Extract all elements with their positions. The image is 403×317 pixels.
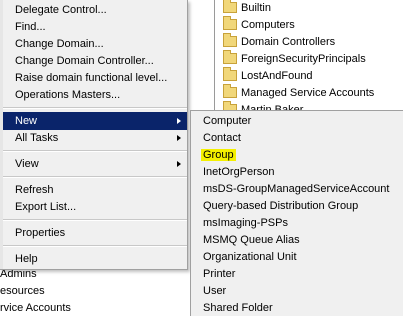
menu-separator <box>3 107 187 109</box>
folder-icon <box>223 16 237 30</box>
chevron-right-icon <box>177 135 181 141</box>
list-item[interactable]: Managed Service Accounts <box>223 84 374 101</box>
menu-item-change-domain[interactable]: Change Domain... <box>3 35 187 53</box>
menu-separator <box>3 245 187 247</box>
submenu-item-group[interactable]: Group <box>193 147 236 164</box>
list-item[interactable]: LostAndFound <box>223 67 313 84</box>
submenu-item-computer[interactable]: Computer <box>193 113 251 130</box>
context-menu: Delegate Control... Find... Change Domai… <box>0 0 188 270</box>
menu-item-view[interactable]: View <box>3 155 187 173</box>
menu-item-export-list[interactable]: Export List... <box>3 198 187 216</box>
submenu-item-user[interactable]: User <box>193 283 226 300</box>
list-item[interactable]: Domain Controllers <box>223 33 335 50</box>
menu-item-help[interactable]: Help <box>3 250 187 268</box>
menu-separator <box>3 176 187 178</box>
submenu-item-shared-folder[interactable]: Shared Folder <box>193 300 273 317</box>
menu-item-delegate-control[interactable]: Delegate Control... <box>3 1 187 19</box>
folder-icon <box>223 0 237 13</box>
menu-item-find[interactable]: Find... <box>3 18 187 36</box>
menu-separator <box>3 219 187 221</box>
submenu-item-msimaging-psps[interactable]: msImaging-PSPs <box>193 215 288 232</box>
folder-icon <box>223 84 237 98</box>
submenu-item-inetorgperson[interactable]: InetOrgPerson <box>193 164 275 181</box>
menu-item-new[interactable]: New <box>3 112 187 130</box>
menu-item-change-domain-controller[interactable]: Change Domain Controller... <box>3 52 187 70</box>
folder-icon <box>223 33 237 47</box>
new-submenu: Computer Contact Group InetOrgPerson msD… <box>190 110 403 316</box>
menu-item-raise-domain-level[interactable]: Raise domain functional level... <box>3 69 187 87</box>
folder-list: Builtin Computers Domain Controllers For… <box>214 0 403 120</box>
chevron-right-icon <box>177 118 181 124</box>
submenu-item-organizational-unit[interactable]: Organizational Unit <box>193 249 297 266</box>
list-item[interactable]: ForeignSecurityPrincipals <box>223 50 366 67</box>
tree-row[interactable]: rvice Accounts <box>0 300 71 316</box>
submenu-item-gmsa[interactable]: msDS-GroupManagedServiceAccount <box>193 181 389 198</box>
folder-icon <box>223 67 237 81</box>
highlighted-label: Group <box>201 149 236 161</box>
menu-item-properties[interactable]: Properties <box>3 224 187 242</box>
menu-item-all-tasks[interactable]: All Tasks <box>3 129 187 147</box>
submenu-item-msmq-queue-alias[interactable]: MSMQ Queue Alias <box>193 232 300 249</box>
chevron-right-icon <box>177 161 181 167</box>
submenu-item-contact[interactable]: Contact <box>193 130 241 147</box>
submenu-item-query-distribution-group[interactable]: Query-based Distribution Group <box>193 198 358 215</box>
submenu-item-printer[interactable]: Printer <box>193 266 235 283</box>
menu-item-refresh[interactable]: Refresh <box>3 181 187 199</box>
menu-item-operations-masters[interactable]: Operations Masters... <box>3 86 187 104</box>
menu-separator <box>3 150 187 152</box>
list-item[interactable]: Builtin <box>223 0 271 16</box>
tree-row[interactable]: esources <box>0 283 45 299</box>
folder-icon <box>223 50 237 64</box>
list-item[interactable]: Computers <box>223 16 295 33</box>
